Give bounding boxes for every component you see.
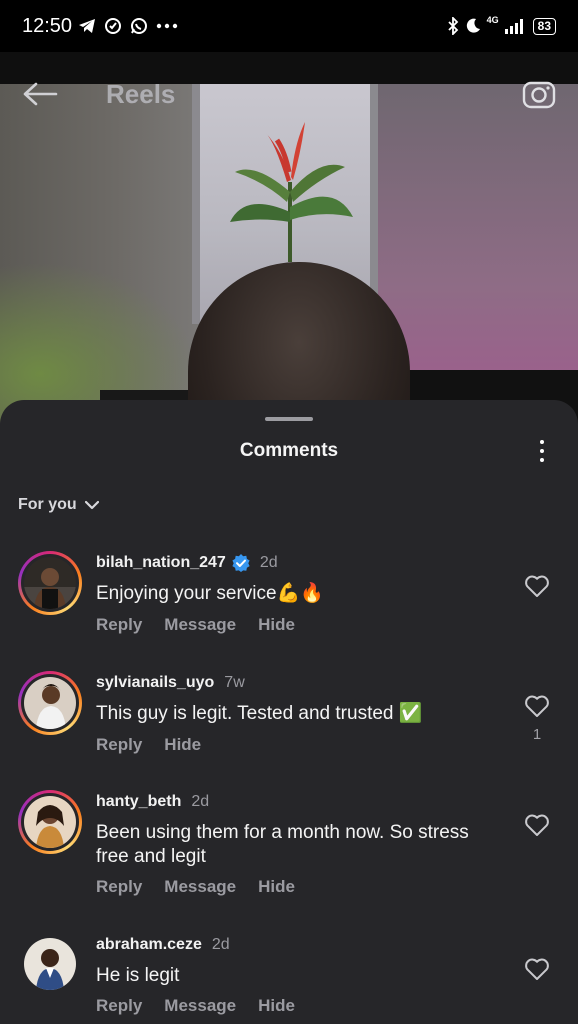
drag-handle[interactable] [265,417,313,421]
heart-icon[interactable] [524,813,550,837]
hide-button[interactable]: Hide [164,735,201,755]
heart-icon[interactable] [524,957,550,981]
reply-button[interactable]: Reply [96,877,142,897]
comment-time: 2d [191,793,210,810]
comment-time: 2d [259,554,278,571]
plant-image [230,122,353,262]
camera-icon[interactable] [522,77,556,111]
comment-text: Been using them for a month now. So stre… [96,822,469,867]
comment-actions: Reply Message Hide [96,877,295,897]
comment-actions: Reply Message Hide [96,615,295,635]
heart-icon[interactable] [524,694,550,718]
filter-dropdown[interactable]: For you [18,496,99,514]
comment-actions: Reply Hide [96,735,201,755]
status-left-icons [78,17,178,35]
signal-icon [504,19,523,34]
reply-button[interactable]: Reply [96,996,142,1016]
whatsapp-icon [131,18,148,34]
comment-text: This guy is legit. Tested and trusted ✅ [96,703,423,724]
filter-label: For you [18,496,77,513]
reply-button[interactable]: Reply [96,615,142,635]
like-count: 1 [532,726,542,743]
avatar[interactable] [24,938,76,990]
heart-icon[interactable] [524,574,550,598]
hide-button[interactable]: Hide [258,996,295,1016]
telegram-icon [79,19,96,33]
moon-icon [466,18,480,33]
message-button[interactable]: Message [164,877,236,897]
comment-text: Enjoying your service💪🔥 [96,583,324,604]
status-right-icons: 4G 83 [447,15,556,35]
status-bar: 12:50 4G 83 [0,0,578,52]
comment-username[interactable]: hanty_beth 2d [96,793,209,811]
chevron-down-icon [84,500,99,510]
comment-text: He is legit [96,965,180,986]
bluetooth-icon [447,17,458,35]
verified-badge-icon [232,554,250,572]
comment-actions: Reply Message Hide [96,996,295,1016]
comments-title: Comments [239,440,339,461]
comments-sheet: Comments For you bilah_nation_247 2d Enj… [0,400,578,1024]
hide-button[interactable]: Hide [258,615,295,635]
comment-time: 2d [211,936,230,953]
avatar-story-ring[interactable] [18,551,82,615]
username-text: abraham.ceze [96,936,202,953]
battery-icon: 83 [532,17,556,35]
username-text: hanty_beth [96,793,182,810]
more-dots-icon [156,23,178,29]
settings-icon [105,18,122,34]
comment-username[interactable]: abraham.ceze 2d [96,936,230,954]
comment-username[interactable]: sylvianails_uyo 7w [96,674,245,692]
comment-time: 7w [224,674,245,691]
reel-header: Reels [0,76,578,112]
avatar [24,557,76,609]
username-text: sylvianails_uyo [96,674,215,691]
username-text: bilah_nation_247 [96,554,226,571]
avatar-story-ring[interactable] [18,790,82,854]
message-button[interactable]: Message [164,615,236,635]
avatar [24,677,76,729]
avatar-story-ring[interactable] [18,671,82,735]
status-time: 12:50 [22,14,73,37]
message-button[interactable]: Message [164,996,236,1016]
network-label: 4G [486,15,499,25]
reply-button[interactable]: Reply [96,735,142,755]
reels-title: Reels [106,78,176,109]
reel-video[interactable] [0,52,578,452]
avatar [24,796,76,848]
more-vertical-icon[interactable] [532,438,552,464]
comment-username[interactable]: bilah_nation_247 2d [96,554,278,572]
hide-button[interactable]: Hide [258,877,295,897]
back-arrow-icon[interactable] [22,79,58,109]
